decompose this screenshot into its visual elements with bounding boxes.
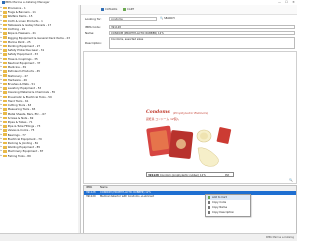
search-icon: 🔍 xyxy=(160,16,164,20)
results-list: IMPA Name 391128 CONDOM (PROPHYLACTIC RU… xyxy=(83,185,297,235)
table-row[interactable]: 391129 Medical detector with Condoms +Lu… xyxy=(84,195,296,199)
folder-icon xyxy=(3,103,7,107)
search-label: SEARCH xyxy=(164,16,175,20)
catalog-label: CATALOG xyxy=(105,7,118,11)
name-field[interactable]: CONDOM (PROPHYLACTIC RUBBER) 12'S xyxy=(109,30,295,35)
search-button[interactable]: 🔍 SEARCH xyxy=(160,17,175,21)
row-code: 391129 xyxy=(86,194,96,198)
cart-icon xyxy=(207,196,210,199)
catalog-button[interactable]: CATALOG xyxy=(101,7,117,12)
folder-icon xyxy=(3,137,7,141)
folder-icon xyxy=(3,44,7,48)
folder-icon xyxy=(3,6,7,10)
product-code-tag: 391128 xyxy=(148,173,159,177)
search-input[interactable]: condoms xyxy=(109,16,157,21)
sidebar-item-label: Fishing Tools - 89 xyxy=(7,153,31,158)
cart-label: CART xyxy=(127,7,135,11)
folder-icon xyxy=(3,120,7,124)
folder-icon xyxy=(3,87,7,90)
product-title: Condoms xyxy=(146,110,170,115)
folder-icon xyxy=(3,27,7,31)
folder-icon xyxy=(3,74,7,77)
folder-icon xyxy=(3,82,7,86)
folder-icon xyxy=(3,70,7,73)
description-field[interactable]: Condoms, assorted sizes xyxy=(109,37,295,49)
folder-icon xyxy=(3,15,7,18)
folder-icon xyxy=(3,49,7,52)
folder-icon xyxy=(3,141,7,145)
folder-icon xyxy=(3,150,7,153)
impa-code-label: IMPA Code: xyxy=(85,25,101,29)
context-menu: Add to Cart Copy Code Copy Name Copy Des… xyxy=(205,194,251,217)
folder-icon xyxy=(3,91,7,94)
folder-icon xyxy=(3,116,7,120)
folder-icon xyxy=(3,23,7,27)
folder-icon xyxy=(3,125,7,128)
product-caption: Condom (prophylactic rubber) 12'S xyxy=(160,173,206,177)
product-japanese-text: 避妊具 コンドーム 12個入 xyxy=(146,116,180,121)
toolbar: CATALOG CART xyxy=(81,5,297,15)
cart-button[interactable]: CART xyxy=(123,7,134,12)
category-tree: ▸ Provisions - 1 ▸ Flags & Banners - 11 ▸ Wel… xyxy=(0,5,81,233)
catalog-icon xyxy=(101,7,104,11)
description-label: Description: xyxy=(85,41,102,45)
impa-code-field[interactable]: 391128 xyxy=(109,24,295,29)
condom-photo xyxy=(146,125,232,167)
folder-icon xyxy=(3,78,7,82)
folder-icon xyxy=(3,53,7,56)
menu-item-label: Copy Description xyxy=(212,211,235,214)
sidebar-scrollbar[interactable] xyxy=(78,5,80,233)
copy-icon xyxy=(207,206,210,209)
product-subtitle: (Prophylactic Rubbers) xyxy=(173,110,209,115)
magnifier-icon[interactable]: 🔍 xyxy=(289,178,293,182)
looking-for-label: Looking for: xyxy=(85,17,102,21)
folder-icon xyxy=(3,112,7,115)
product-caption-box: 391128 Condom (prophylactic rubber) 12'S… xyxy=(146,172,234,177)
folder-icon xyxy=(3,154,7,158)
name-label: Name: xyxy=(85,31,95,35)
folder-icon xyxy=(3,57,7,61)
menu-item-copy-description[interactable]: Copy Description xyxy=(206,210,250,215)
folder-icon xyxy=(3,108,7,111)
folder-icon xyxy=(3,99,7,103)
folder-icon xyxy=(3,11,7,14)
folder-icon xyxy=(3,40,7,44)
folder-icon xyxy=(3,95,7,98)
product-image: Condoms (Prophylactic Rubbers) 避妊具 コンドーム… xyxy=(146,110,234,178)
folder-icon xyxy=(3,129,7,132)
folder-icon xyxy=(3,36,7,39)
folder-icon xyxy=(3,146,7,149)
folder-icon xyxy=(3,61,7,65)
copy-icon xyxy=(207,201,210,204)
sidebar-item[interactable]: ▸ Fishing Tools - 89 xyxy=(0,154,80,158)
row-name: Medical detector with Condoms +Lubricant xyxy=(100,194,155,198)
status-text: IMPA Marine e-Catalog xyxy=(265,235,294,239)
folder-icon xyxy=(3,133,7,136)
cart-icon xyxy=(123,7,126,11)
folder-icon xyxy=(3,32,7,35)
product-unit: Pkt xyxy=(225,173,230,177)
folder-icon xyxy=(3,65,7,69)
copy-icon xyxy=(207,211,210,214)
product-detail-panel: Condoms (Prophylactic Rubbers) 避妊具 コンドーム… xyxy=(83,51,297,184)
folder-icon xyxy=(3,19,7,23)
